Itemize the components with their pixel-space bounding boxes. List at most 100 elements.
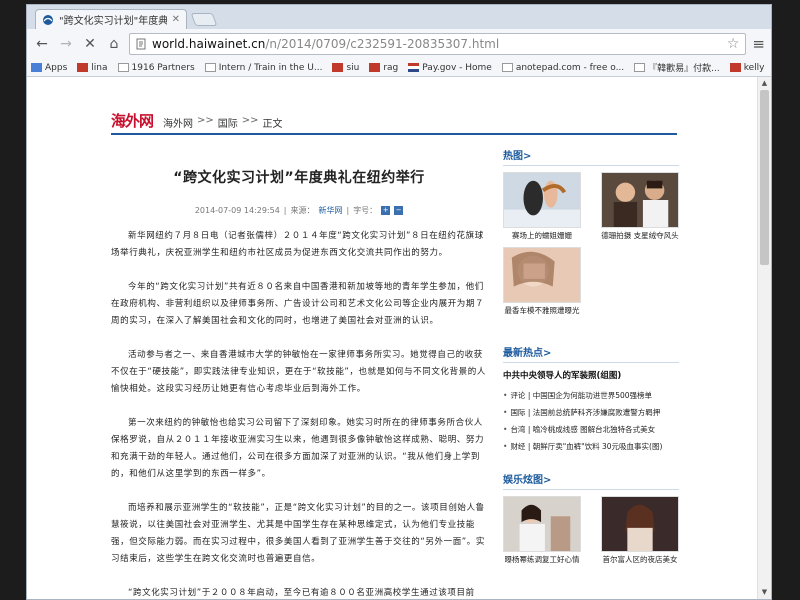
hot-pic-item[interactable]: 赛场上的蠕姐姗姗 [503,172,581,241]
article-paragraph: 活动参与者之一、来自香港城市大学的钟敏怡在一家律师事务所实习。她觉得自己的收获不… [111,350,486,394]
scroll-thumb[interactable] [760,90,769,265]
site-logo[interactable]: 海外网 [111,112,154,130]
bookmark-label: Intern / Train in the U... [218,62,323,73]
browser-tab[interactable]: "跨文化实习计划"年度典礼在... ✕ [35,9,187,29]
bookmark-1916-partners[interactable]: 1916 Partners [117,62,195,73]
bookmark-star-icon[interactable]: ☆ [727,36,740,52]
list-item[interactable]: • 国际 | 法国前总统萨科齐涉嫌腐败遭警方羁押 [503,404,679,421]
bookmark-label: rag [383,62,399,73]
new-tab-button[interactable] [190,13,218,26]
tab-strip: "跨文化实习计划"年度典礼在... ✕ [27,5,771,29]
browser-window: "跨文化实习计划"年度典礼在... ✕ ← → ✕ ⌂ world.haiwai… [26,4,772,600]
article-paragraph: 而培养和展示亚洲学生的“软技能”，正是“跨文化实习计划”的目的之一。该项目创始人… [111,503,486,564]
article-date: 2014-07-09 14:29:54 [194,206,280,215]
article-title: “跨文化实习计划”年度典礼在纽约举行 [173,170,425,186]
site-header: 海外网 海外网 >> 国际 >> 正文 [111,111,677,135]
ent-pic-item[interactable]: 曝杨幂练调复工好心情 [503,496,581,565]
bookmarks-bar: Apps lina 1916 Partners Intern / Train i… [27,59,771,77]
bookmark-label: Pay.gov - Home [422,62,492,73]
page-info-icon[interactable] [136,38,146,50]
us-flag-icon [408,63,420,72]
forward-icon[interactable]: → [57,35,75,53]
url-text[interactable]: world.haiwainet.cn/n/2014/0709/c232591-2… [152,37,721,51]
page-icon [634,63,646,72]
bullet-icon: • [503,391,508,400]
site-favicon-icon [43,14,53,25]
sidebar: 热图> 赛场上的蠕姐姗姗 德珊拍摄 支星绒夺风头 最香车模不雅照遭曝光 最新热点… [503,147,679,565]
bookmark-label: lina [91,62,108,73]
address-bar[interactable]: world.haiwainet.cn/n/2014/0709/c232591-2… [129,33,747,55]
couple-photo [601,172,679,228]
hot-pics-grid: 赛场上的蠕姐姗姗 德珊拍摄 支星绒夺风头 最香车模不雅照遭曝光 [503,172,679,316]
more-arrow-icon: > [543,348,552,359]
article: “跨文化实习计划”年度典礼在纽约举行 2014-07-09 14:29:54 |… [111,139,487,599]
ent-pics-title-text: 娱乐炫图 [503,475,543,486]
news-text: 法国前总统萨科齐涉嫌腐败遭警方羁押 [532,408,661,417]
scroll-down-icon[interactable]: ▼ [758,586,771,599]
article-meta: 2014-07-09 14:29:54 | 来源： 新华网 | 字号： + − [111,205,487,216]
article-paragraph: 第一次来纽约的钟敏怡也给实习公司留下了深刻印象。她实习时所在的律师事务所合伙人保… [111,418,485,479]
back-icon[interactable]: ← [33,35,51,53]
breadcrumb-separator: >> [197,115,214,126]
ent-pic-item[interactable]: 首尔富人区的夜店美女 [601,496,679,565]
thumb-caption: 首尔富人区的夜店美女 [602,555,678,564]
article-source[interactable]: 新华网 [318,205,342,216]
bookmark-payment[interactable]: 『韓歡易』付款... [634,61,720,74]
nightclub-photo [601,496,679,552]
url-host: world.haiwainet.cn [152,37,266,51]
hot-news-headline[interactable]: 中共中央领导人的军装照(组图) [503,369,679,381]
thumb-caption: 赛场上的蠕姐姗姗 [512,231,572,240]
news-tag: 评论 [510,391,526,400]
ent-pics-title[interactable]: 娱乐炫图> [503,475,551,486]
bookmark-lina[interactable]: lina [77,62,108,73]
hot-pic-item[interactable]: 德珊拍摄 支星绒夺风头 [601,172,679,241]
bookmark-intern-train[interactable]: Intern / Train in the U... [204,62,323,73]
vertical-scrollbar[interactable]: ▲ ▼ [757,77,771,599]
article-paragraph: 今年的“跨文化实习计划”共有近８０名来自中国香港和新加坡等地的青年学生参加，他们… [111,282,485,326]
article-body: 新华网纽约７月８日电（记者张儒梓）２０１４年度“跨文化实习计划”８日在纽约花旗球… [111,228,487,599]
hot-pic-item[interactable]: 最香车模不雅照遭曝光 [503,247,581,316]
hot-news-title[interactable]: 最新热点> [503,348,551,359]
menu-icon[interactable]: ≡ [752,35,765,53]
flag-icon [332,63,344,72]
page-icon [501,63,513,72]
font-decrease-button[interactable]: − [394,206,404,215]
bookmark-label: 1916 Partners [131,62,195,73]
breadcrumb-separator: >> [241,115,259,126]
breadcrumb: 海外网 >> 国际 >> 正文 [163,115,283,130]
bookmark-siu[interactable]: siu [332,63,359,73]
hot-pics-title[interactable]: 热图> [503,151,531,162]
flag-icon [77,63,89,72]
bookmark-anotepad[interactable]: anotepad.com - free o... [501,63,624,73]
stop-icon[interactable]: ✕ [81,35,99,53]
home-icon[interactable]: ⌂ [105,35,123,53]
more-arrow-icon: > [523,151,532,162]
breadcrumb-home[interactable]: 海外网 [163,115,193,130]
bookmark-label: kelly [743,62,765,73]
news-text: 朝鲜厅卖"血裤"饮料 30元吸血事实(图) [532,442,663,451]
bookmark-label: siu [346,62,360,73]
page-icon [117,63,129,72]
breadcrumb-current: 正文 [262,119,283,130]
thumb-caption: 曝杨幂练调复工好心情 [504,555,580,564]
breadcrumb-international[interactable]: 国际 [218,115,238,130]
meta-separator: | [283,206,287,215]
bookmark-apps[interactable]: Apps [31,63,67,73]
font-increase-button[interactable]: + [381,206,391,215]
list-item[interactable]: • 财经 | 朝鲜厅卖"血裤"饮料 30元吸血事实(图) [503,438,679,455]
bookmark-paygov[interactable]: Pay.gov - Home [408,63,492,73]
bookmark-kelly[interactable]: kelly [729,62,765,73]
news-tag: 财经 [510,442,526,451]
bookmark-rag[interactable]: rag [369,63,398,73]
close-tab-icon[interactable]: ✕ [172,14,180,25]
scroll-up-icon[interactable]: ▲ [758,77,771,90]
article-paragraph: 新华网纽约７月８日电（记者张儒梓）２０１４年度“跨文化实习计划”８日在纽约花旗球… [111,231,484,258]
figure-skating-photo [503,172,581,228]
list-item[interactable]: • 台湾 | 喻冷桃成线感 图解台北独特各式美女 [503,421,679,438]
list-item[interactable]: • 评论 | 中国国企为何能功进世界500强榜单 [503,387,679,404]
fontsize-label: 字号： [353,206,378,215]
news-tag: 台湾 [510,425,526,434]
page-icon [204,63,216,72]
thumb-caption: 最香车模不雅照遭曝光 [504,306,580,315]
news-text: 中国国企为何能功进世界500强榜单 [532,391,653,400]
